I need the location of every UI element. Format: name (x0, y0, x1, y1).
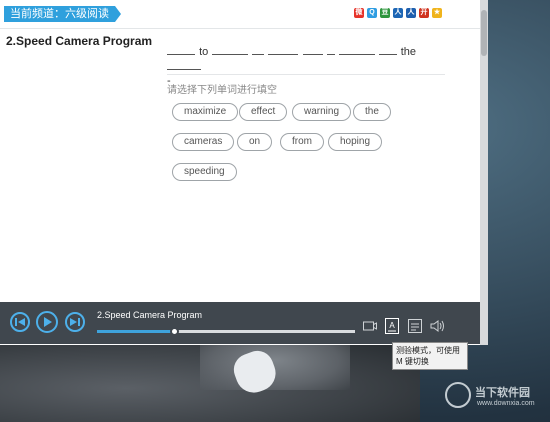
sentence-word-to: to (199, 46, 209, 58)
sentence-word-the: the (400, 46, 417, 58)
blank-8[interactable] (378, 44, 397, 55)
blank-7[interactable] (338, 44, 375, 55)
watermark-name: 当下软件园 (475, 387, 530, 399)
track-title: 2.Speed Camera Program (97, 310, 203, 320)
instruction-text: 请选择下列单词进行填空 (167, 85, 277, 96)
option-chip[interactable]: on (237, 133, 273, 151)
option-chip[interactable]: warning (292, 103, 352, 121)
volume-icon (430, 320, 444, 332)
option-chip[interactable]: from (280, 133, 324, 151)
next-button[interactable] (65, 312, 85, 332)
tooltip: 测验模式，可使用 M 键切换 (392, 342, 468, 370)
people-icon[interactable]: 人 (406, 8, 416, 18)
volume-button[interactable] (430, 319, 446, 333)
audio-player-bar: 2.Speed Camera Program A (0, 302, 480, 344)
page-title: 2.Speed Camera Program (6, 34, 153, 48)
quiz-mode-icon: A (385, 318, 399, 334)
progress-handle[interactable] (170, 327, 180, 336)
star-icon[interactable]: ★ (432, 8, 442, 18)
option-chip[interactable]: speeding (172, 163, 237, 181)
blank-6[interactable] (326, 44, 335, 55)
blank-9[interactable] (167, 59, 201, 70)
blank-5[interactable] (302, 44, 323, 55)
skip-forward-icon (70, 318, 80, 326)
blank-3[interactable] (252, 44, 265, 55)
kaixin-icon[interactable]: 开 (419, 8, 429, 18)
blank-4[interactable] (268, 44, 299, 55)
top-bar: 当前频道：六级阅读 微 Q 豆人人开 ★ (0, 0, 480, 29)
renren-icon[interactable]: 人 (393, 8, 403, 18)
play-button[interactable] (36, 311, 58, 333)
app-window: 当前频道：六级阅读 微 Q 豆人人开 ★ 2.Speed Camera Program… (0, 0, 482, 345)
qzone-icon[interactable]: Q (367, 8, 377, 18)
previous-button[interactable] (10, 312, 30, 332)
divider (167, 74, 445, 75)
skip-back-icon (15, 318, 25, 326)
option-chip[interactable]: maximize (172, 103, 239, 121)
option-chip[interactable]: the (353, 103, 391, 121)
scrollbar-thumb[interactable] (481, 10, 487, 56)
progress-fill (97, 330, 175, 333)
share-icons: 微 Q 豆人人开 ★ (354, 8, 442, 18)
weibo-icon[interactable]: 微 (354, 8, 364, 18)
blank-1[interactable] (167, 44, 195, 55)
video-icon (363, 321, 377, 331)
option-chip[interactable]: cameras (172, 133, 235, 151)
watermark-logo-icon (445, 382, 471, 408)
subtitle-button[interactable] (408, 319, 422, 333)
blank-2[interactable] (212, 44, 249, 55)
svg-text:A: A (389, 321, 395, 330)
quiz-mode-button[interactable]: A (385, 318, 399, 334)
option-chip[interactable]: effect (239, 103, 288, 121)
subtitle-icon (408, 319, 422, 333)
douban-icon[interactable]: 豆 (380, 8, 390, 18)
video-mode-button[interactable] (363, 319, 377, 333)
play-icon (43, 317, 52, 327)
option-chip[interactable]: hoping (328, 133, 383, 151)
watermark-url: www.downxia.com (477, 400, 535, 407)
channel-tag: 当前频道：六级阅读 (4, 6, 121, 22)
